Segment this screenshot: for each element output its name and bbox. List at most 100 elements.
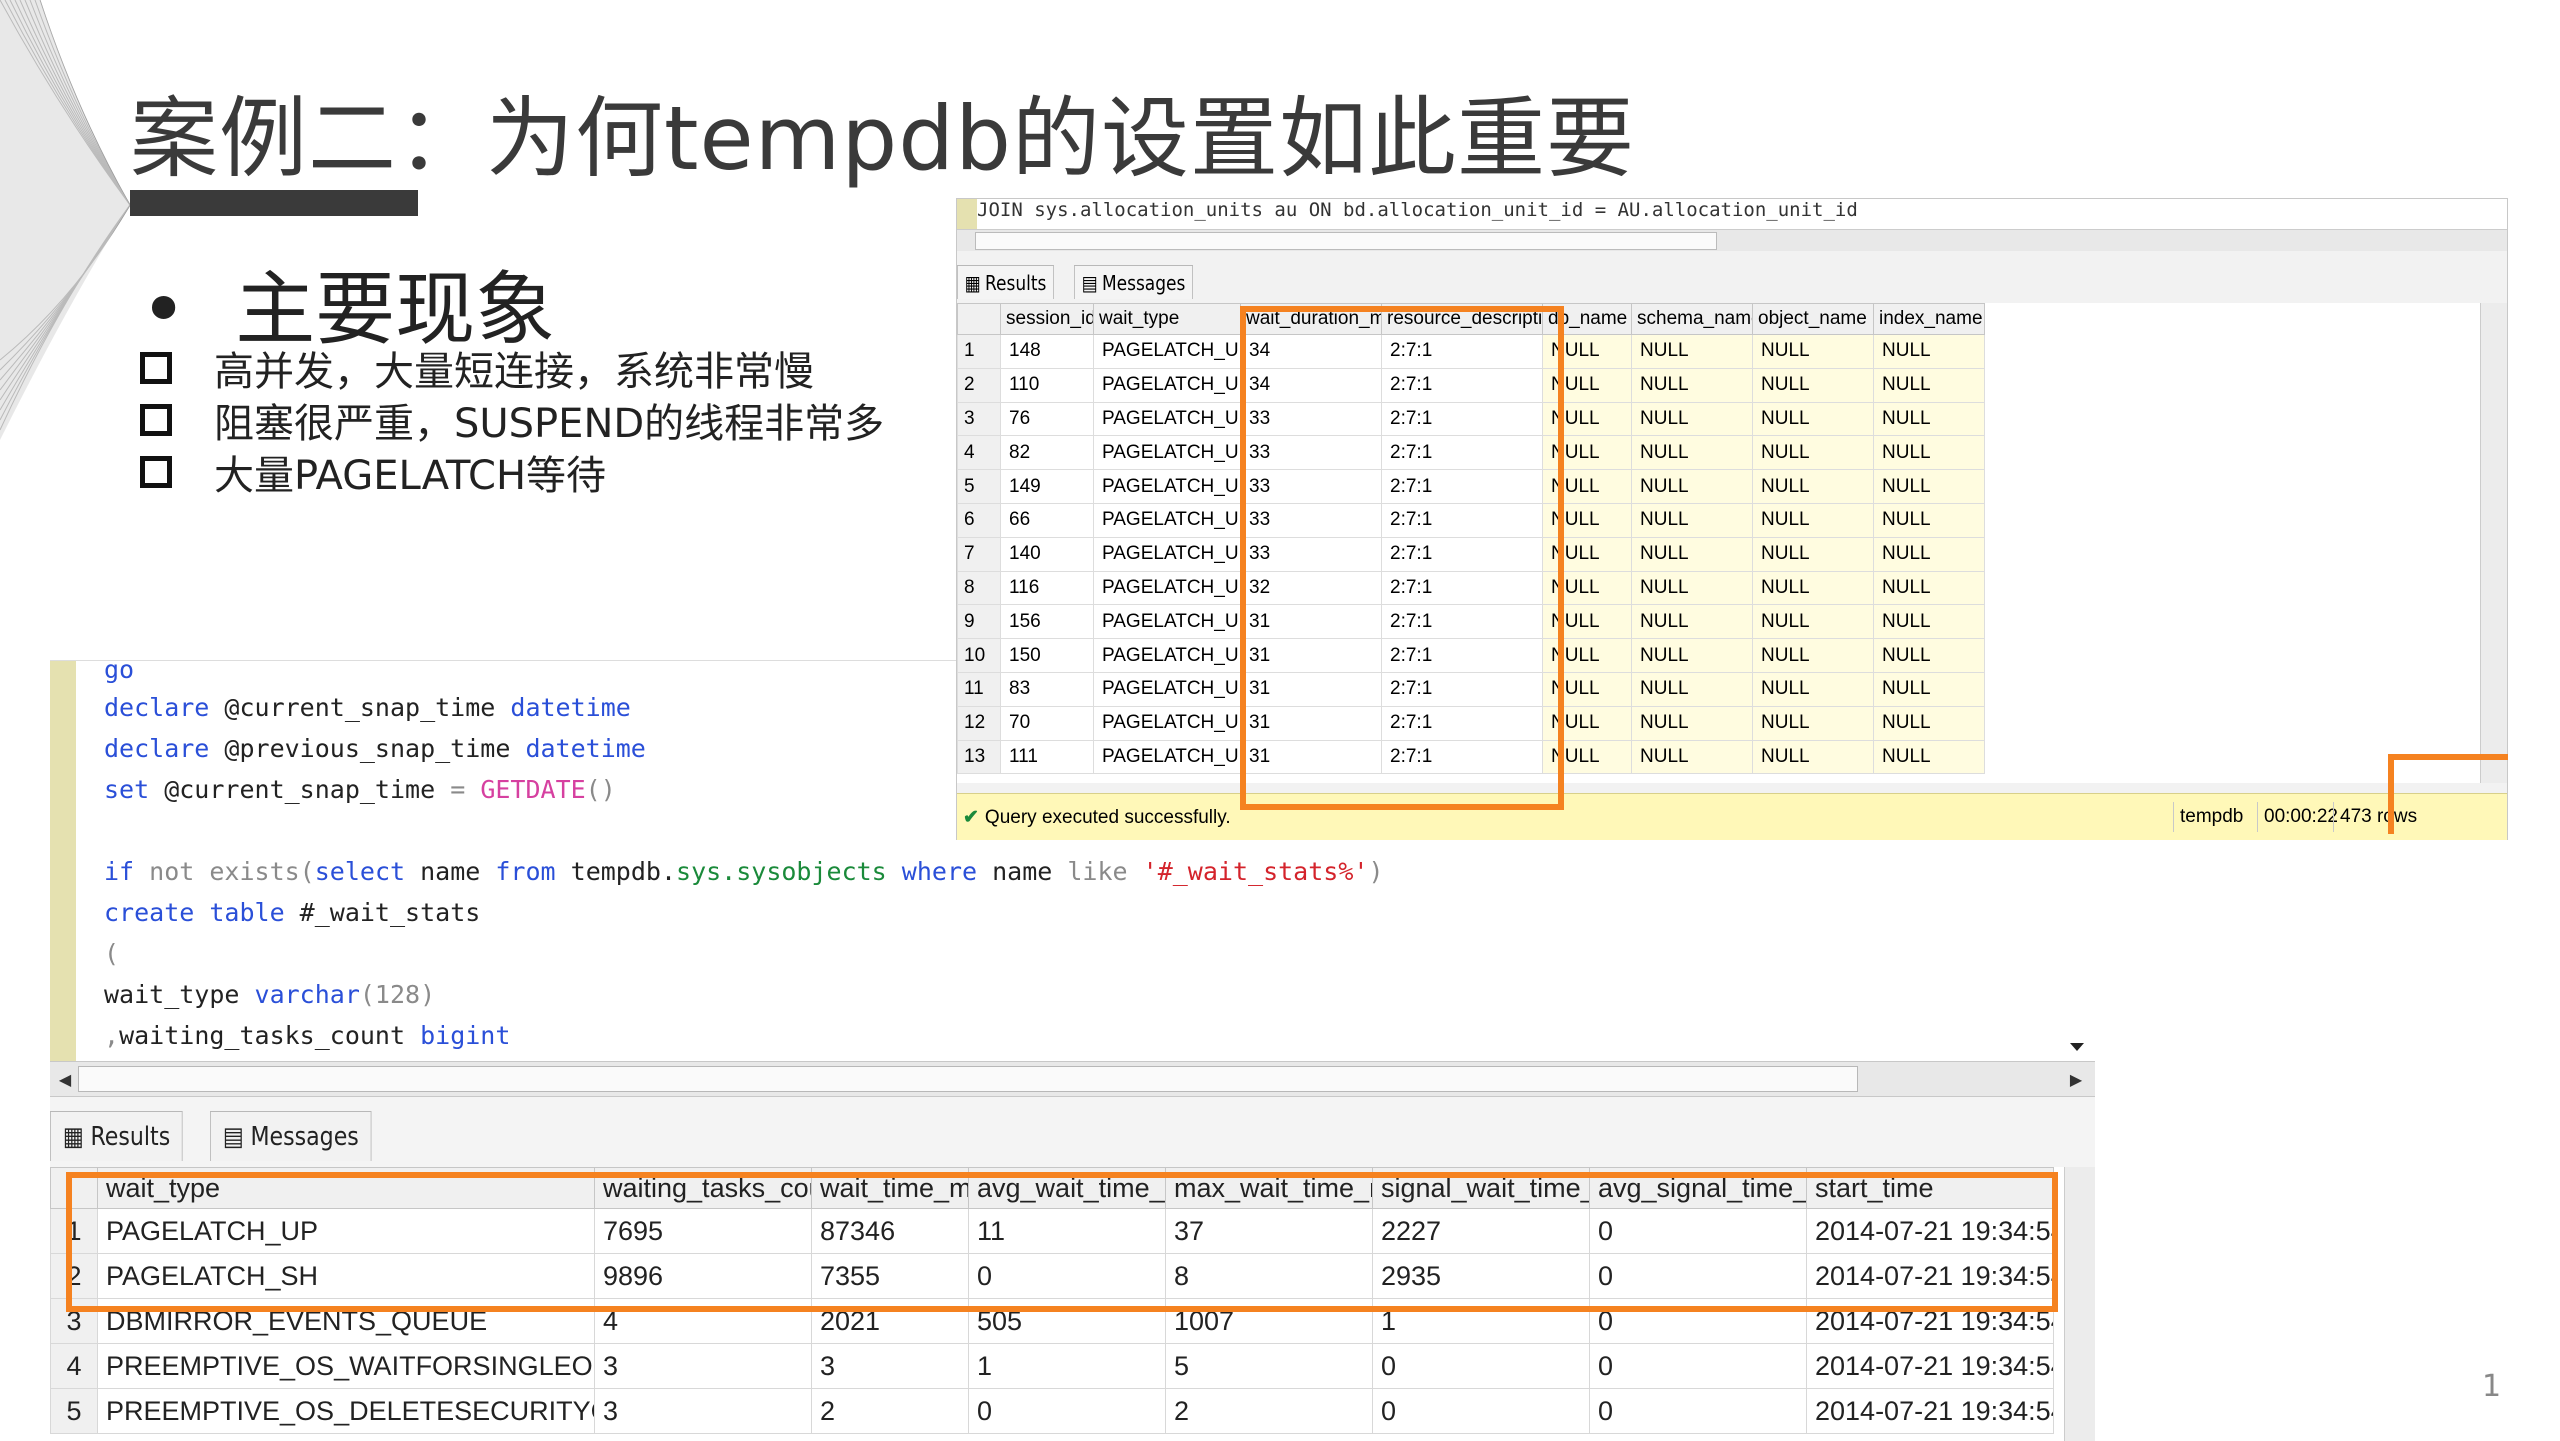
row-number-cell[interactable]: 13	[957, 739, 1001, 775]
table-cell[interactable]: PAGELATCH_UP	[1093, 638, 1241, 673]
row-header-corner[interactable]	[957, 303, 1001, 335]
table-cell[interactable]: NULL	[1631, 536, 1753, 572]
table-cell[interactable]: 76	[1000, 401, 1094, 437]
table-cell[interactable]: NULL	[1752, 570, 1874, 606]
table-cell[interactable]: PAGELATCH_UP	[1093, 604, 1241, 640]
table-cell[interactable]: PAGELATCH_UP	[1093, 671, 1241, 707]
table-cell[interactable]: 0	[1372, 1388, 1590, 1434]
table-cell[interactable]: PAGELATCH_UP	[1093, 469, 1241, 504]
table-cell[interactable]: NULL	[1752, 401, 1874, 437]
horizontal-scrollbar[interactable]	[957, 229, 2507, 251]
table-cell[interactable]: PAGELATCH_UP	[1093, 401, 1241, 437]
tab-messages[interactable]: ▤ Messages	[1074, 265, 1194, 299]
table-cell[interactable]: NULL	[1631, 334, 1753, 369]
table-cell[interactable]: PREEMPTIVE_OS_DELETESECURITYCONTEXT	[97, 1388, 595, 1434]
table-cell[interactable]: NULL	[1873, 401, 1985, 437]
table-cell[interactable]: NULL	[1631, 570, 1753, 606]
row-number-cell[interactable]: 10	[957, 638, 1001, 673]
scroll-right-icon[interactable]: ▶	[2063, 1066, 2089, 1092]
table-cell[interactable]: PAGELATCH_UP	[1093, 502, 1241, 538]
table-cell[interactable]: NULL	[1631, 705, 1753, 741]
row-number-cell[interactable]: 5	[50, 1388, 98, 1434]
table-cell[interactable]: NULL	[1631, 739, 1753, 775]
table-cell[interactable]: NULL	[1873, 502, 1985, 538]
row-number-cell[interactable]: 2	[957, 367, 1001, 403]
table-cell[interactable]: 0	[1372, 1343, 1590, 1389]
table-cell[interactable]: NULL	[1752, 502, 1874, 538]
scrollbar-thumb[interactable]	[78, 1066, 1858, 1092]
table-cell[interactable]: NULL	[1631, 401, 1753, 437]
table-cell[interactable]: 3	[594, 1343, 812, 1389]
table-cell[interactable]: NULL	[1873, 705, 1985, 741]
table-cell[interactable]: 0	[968, 1388, 1166, 1434]
row-number-cell[interactable]: 9	[957, 604, 1001, 640]
tab-results[interactable]: ▦ Results	[50, 1111, 183, 1161]
row-number-cell[interactable]: 5	[957, 469, 1001, 504]
table-cell[interactable]: PAGELATCH_UP	[1093, 570, 1241, 606]
table-cell[interactable]: NULL	[1631, 604, 1753, 640]
table-cell[interactable]: 111	[1000, 739, 1094, 775]
table-cell[interactable]: NULL	[1873, 604, 1985, 640]
table-cell[interactable]: NULL	[1631, 367, 1753, 403]
table-cell[interactable]: 83	[1000, 671, 1094, 707]
table-cell[interactable]: 150	[1000, 638, 1094, 673]
table-cell[interactable]: NULL	[1752, 604, 1874, 640]
editor-scroll-down-button[interactable]	[2067, 1031, 2095, 1063]
column-header-schema-name[interactable]: schema_name	[1631, 303, 1753, 335]
table-cell[interactable]: NULL	[1752, 435, 1874, 471]
table-cell[interactable]: PAGELATCH_UP	[1093, 435, 1241, 471]
table-cell[interactable]: 70	[1000, 705, 1094, 741]
table-cell[interactable]: 82	[1000, 435, 1094, 471]
table-cell[interactable]: PAGELATCH_UP	[1093, 367, 1241, 403]
table-cell[interactable]: 2	[811, 1388, 969, 1434]
table-cell[interactable]: PAGELATCH_UP	[1093, 739, 1241, 775]
table-cell[interactable]: NULL	[1752, 536, 1874, 572]
table-cell[interactable]: 2	[1165, 1388, 1373, 1434]
table-cell[interactable]: NULL	[1752, 705, 1874, 741]
row-number-cell[interactable]: 11	[957, 671, 1001, 707]
table-cell[interactable]: 2014-07-21 19:34:54.627	[1806, 1388, 2054, 1434]
row-number-cell[interactable]: 6	[957, 502, 1001, 538]
grid-vertical-scrollbar[interactable]	[2480, 303, 2507, 783]
table-cell[interactable]: PAGELATCH_UP	[1093, 536, 1241, 572]
scrollbar-thumb[interactable]	[975, 232, 1717, 250]
table-cell[interactable]: 0	[1589, 1343, 1807, 1389]
table-cell[interactable]: 1	[968, 1343, 1166, 1389]
table-cell[interactable]: NULL	[1752, 469, 1874, 504]
row-number-cell[interactable]: 1	[957, 334, 1001, 369]
table-cell[interactable]: 140	[1000, 536, 1094, 572]
table-cell[interactable]: NULL	[1631, 435, 1753, 471]
table-row[interactable]: 4PREEMPTIVE_OS_WAITFORSINGLEOBJECT331500…	[50, 1343, 2054, 1389]
table-cell[interactable]: NULL	[1752, 638, 1874, 673]
table-cell[interactable]: NULL	[1873, 638, 1985, 673]
column-header-index-name[interactable]: index_name	[1873, 303, 1985, 335]
table-cell[interactable]: 149	[1000, 469, 1094, 504]
table-cell[interactable]: NULL	[1631, 502, 1753, 538]
table-cell[interactable]: 156	[1000, 604, 1094, 640]
table-cell[interactable]: NULL	[1873, 536, 1985, 572]
tab-results[interactable]: ▦ Results	[957, 265, 1055, 299]
table-cell[interactable]: 3	[811, 1343, 969, 1389]
table-cell[interactable]: NULL	[1873, 469, 1985, 504]
horizontal-scrollbar[interactable]: ◀ ▶	[50, 1061, 2095, 1097]
grid-vertical-scrollbar[interactable]	[2064, 1167, 2095, 1441]
table-cell[interactable]: 5	[1165, 1343, 1373, 1389]
table-cell[interactable]: NULL	[1752, 367, 1874, 403]
query-editor-line[interactable]: JOIN sys.allocation_units au ON bd.alloc…	[957, 199, 2507, 229]
table-cell[interactable]: 116	[1000, 570, 1094, 606]
row-number-cell[interactable]: 3	[957, 401, 1001, 437]
table-cell[interactable]: PREEMPTIVE_OS_WAITFORSINGLEOBJECT	[97, 1343, 595, 1389]
table-cell[interactable]: 110	[1000, 367, 1094, 403]
table-cell[interactable]: NULL	[1631, 469, 1753, 504]
scroll-left-icon[interactable]: ◀	[52, 1066, 78, 1092]
table-cell[interactable]: 148	[1000, 334, 1094, 369]
table-cell[interactable]: PAGELATCH_UP	[1093, 334, 1241, 369]
table-cell[interactable]: 0	[1589, 1388, 1807, 1434]
row-number-cell[interactable]: 8	[957, 570, 1001, 606]
table-cell[interactable]: NULL	[1873, 671, 1985, 707]
table-cell[interactable]: NULL	[1873, 334, 1985, 369]
table-cell[interactable]: NULL	[1873, 739, 1985, 775]
column-header-wait-type[interactable]: wait_type	[1093, 303, 1241, 335]
row-number-cell[interactable]: 12	[957, 705, 1001, 741]
table-cell[interactable]: 66	[1000, 502, 1094, 538]
